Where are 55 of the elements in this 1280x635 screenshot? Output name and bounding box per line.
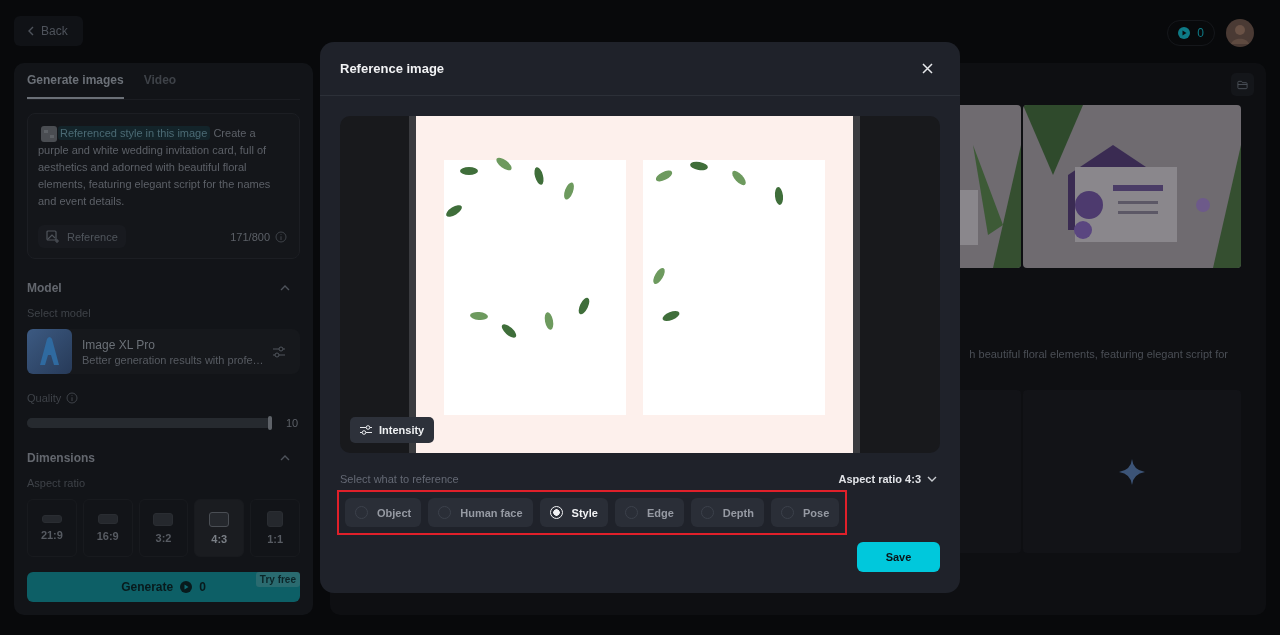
model-description: Better generation results with profe… <box>82 353 262 366</box>
reference-option[interactable]: Pose <box>770 498 840 527</box>
section-heading: Dimensions <box>27 451 95 465</box>
reference-option[interactable]: Human face <box>428 498 533 527</box>
chevron-down-icon <box>927 476 937 482</box>
model-selector[interactable]: Image XL Pro Better generation results with profe… <box>27 329 300 374</box>
coin-icon <box>1178 27 1191 39</box>
aspect-ratio-option[interactable]: 1:1 <box>250 499 300 557</box>
folder-button[interactable] <box>1231 73 1254 96</box>
reference-option[interactable]: Depth <box>690 498 764 527</box>
prompt-text: h beautiful floral elements, featuring elegant script for <box>969 348 1228 360</box>
ratio-shape-icon <box>97 514 118 524</box>
section-heading: Model <box>27 281 62 295</box>
quality-slider[interactable] <box>27 418 272 428</box>
dialog-title: Reference image <box>340 61 445 76</box>
section-label: Select what to reference <box>340 473 459 485</box>
aspect-ratio-option[interactable]: 4:3 <box>194 499 245 557</box>
info-icon <box>66 392 79 404</box>
model-logo-icon <box>27 329 72 374</box>
aspect-ratio-option[interactable]: 21:9 <box>27 499 77 557</box>
thumbnail-icon <box>41 126 57 142</box>
chevron-left-icon <box>28 26 34 36</box>
close-button[interactable] <box>922 63 933 74</box>
ratio-shape-icon <box>209 511 230 527</box>
aspect-ratio-option[interactable]: 16:9 <box>82 499 133 557</box>
character-counter: 171/800 <box>230 230 270 243</box>
slider-value: 10 <box>286 417 300 429</box>
sliders-icon <box>272 345 286 358</box>
slider-thumb[interactable] <box>268 416 272 430</box>
prompt-text: Referenced style in this image Create a purple and white wedding invitation card, full of aesthetics and adorned with beautiful floral elements, featuring elegant script for the names and event details. <box>38 125 272 209</box>
prompt-field[interactable] <box>27 113 300 259</box>
aspect-ratio-option[interactable]: 3:2 <box>138 499 189 557</box>
ratio-shape-icon <box>41 515 62 523</box>
reference-option[interactable]: Edge <box>614 498 684 527</box>
add-image-icon <box>46 230 59 243</box>
save-button[interactable]: Save <box>857 542 940 572</box>
back-button[interactable]: Back <box>14 16 83 46</box>
info-icon <box>275 230 287 243</box>
sparkle-icon <box>1119 458 1145 485</box>
avatar-icon <box>1226 19 1254 47</box>
sliders-icon <box>360 425 372 435</box>
generate-button[interactable]: Generate 0 Try free <box>27 572 300 602</box>
aspect-ratio-dropdown[interactable]: Aspect ratio 4:3 <box>838 473 940 485</box>
ratio-shape-icon <box>267 511 284 527</box>
reference-option[interactable]: Object <box>345 498 422 527</box>
folder-icon <box>1237 79 1248 90</box>
intensity-button[interactable]: Intensity <box>350 417 435 443</box>
ratio-shape-icon <box>153 512 174 526</box>
close-icon <box>922 63 933 74</box>
reference-button[interactable]: Reference <box>38 225 126 248</box>
try-free-badge: Try free <box>255 572 300 587</box>
tab[interactable]: Generate images <box>27 73 124 99</box>
reference-option[interactable]: Style <box>539 498 608 527</box>
model-name: Image XL Pro <box>82 337 156 352</box>
coin-icon <box>180 581 193 593</box>
